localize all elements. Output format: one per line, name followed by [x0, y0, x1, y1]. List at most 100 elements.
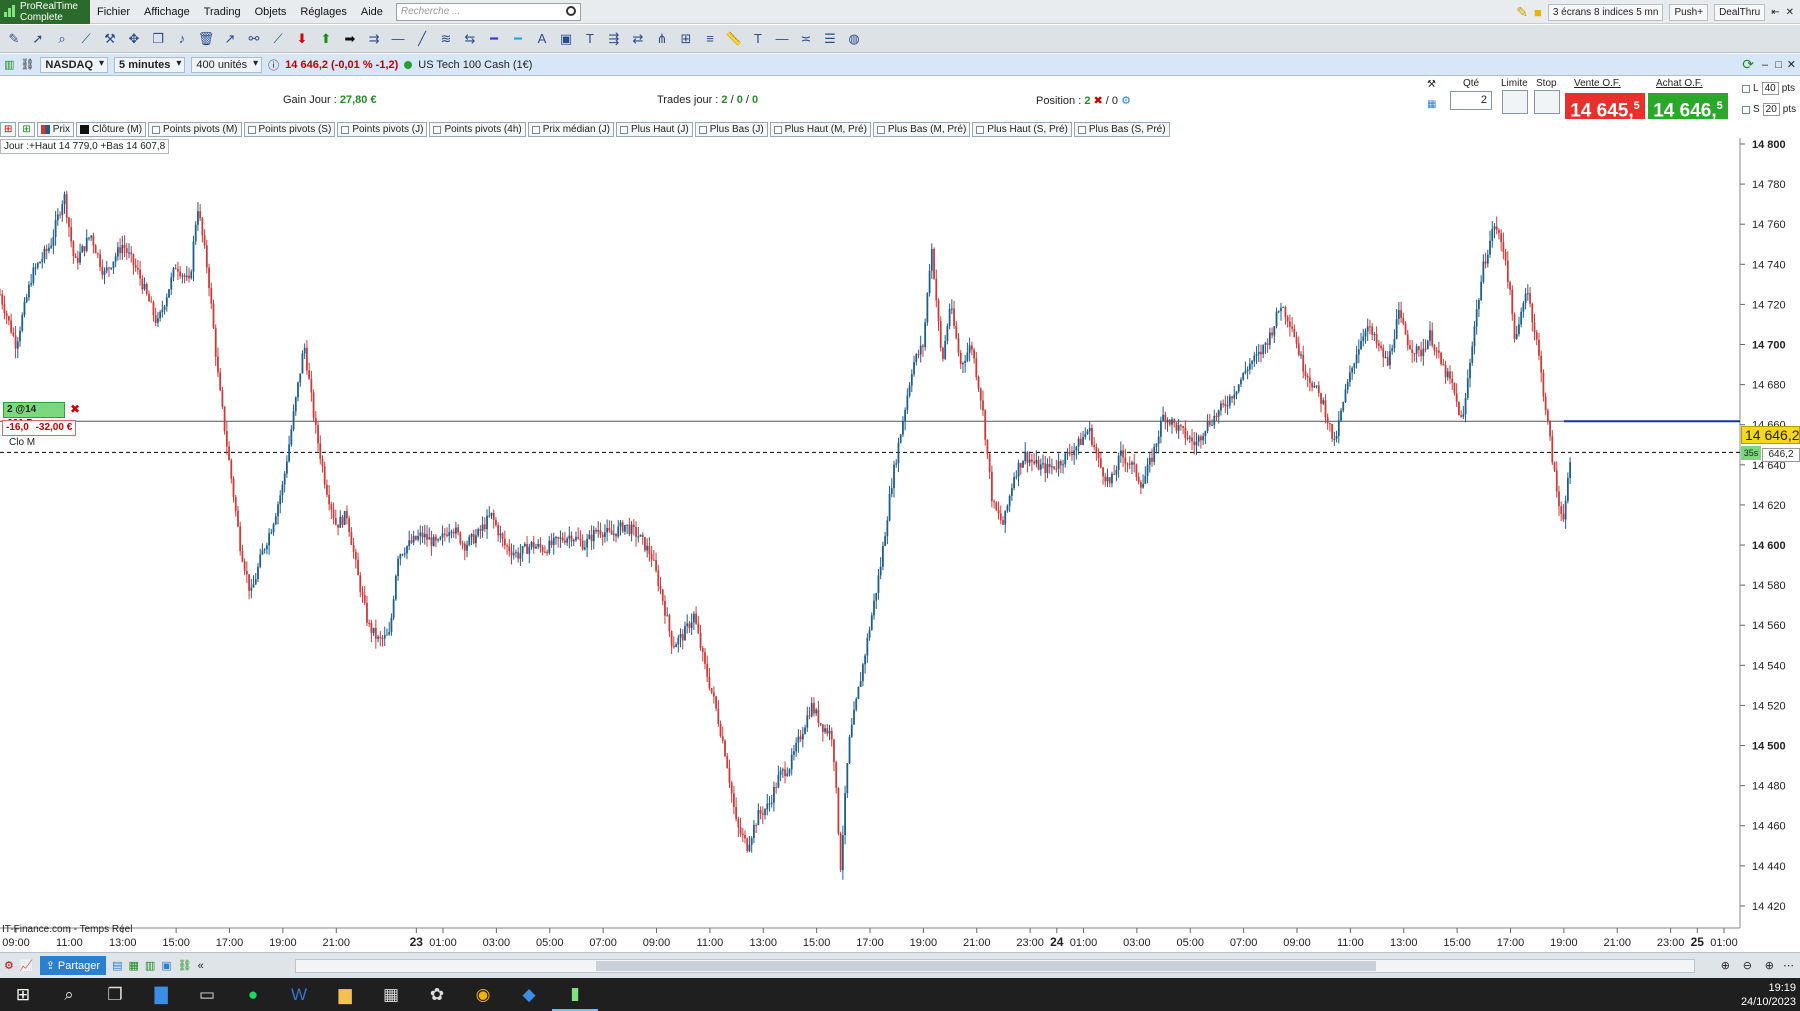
globe-icon[interactable]: ◍ [844, 29, 864, 49]
calculator-icon[interactable]: ▦ [368, 978, 414, 1011]
pencil-icon[interactable]: ✎ [4, 29, 24, 49]
dash-icon[interactable]: — [772, 29, 792, 49]
prorealtime-taskbar-icon[interactable]: ▮ [552, 978, 598, 1011]
grid-icon[interactable]: ▦ [128, 959, 138, 972]
window-minimize-icon[interactable]: ⇤ [1771, 7, 1779, 18]
alert-icon[interactable]: ■ [1534, 5, 1542, 20]
menu-reglages[interactable]: Réglages [293, 6, 353, 18]
trash-icon[interactable]: 🗑 [196, 29, 216, 49]
zoom-out-icon[interactable]: ⊖ [1743, 959, 1752, 972]
menu-affichage[interactable]: Affichage [137, 6, 197, 18]
up-arrow-icon[interactable]: ⬆ [316, 29, 336, 49]
limit-order-button[interactable] [1502, 90, 1528, 114]
close-position-icon[interactable]: ✖ [1094, 95, 1103, 107]
legend-item-pivots-j[interactable]: Points pivots (J) [337, 122, 428, 137]
s-value[interactable]: 20 [1762, 103, 1780, 116]
window-close-icon[interactable]: ✕ [1786, 7, 1794, 18]
legend-item-close-m[interactable]: Clôture (M) [76, 122, 147, 137]
cyan-line-icon[interactable]: ━ [508, 29, 528, 49]
refresh-icon[interactable]: ⟳ [1742, 56, 1754, 73]
screens-icon[interactable]: ▣ [161, 959, 171, 972]
legend-checkbox[interactable] [433, 125, 442, 134]
wrench-icon[interactable]: ⚒ [1427, 79, 1436, 90]
menu-objets[interactable]: Objets [248, 6, 294, 18]
text2-icon[interactable]: T [748, 29, 768, 49]
cycle-icon[interactable]: ≡ [700, 29, 720, 49]
legend-item-high-j[interactable]: Plus Haut (J) [615, 122, 693, 137]
gann-icon[interactable]: ⊞ [676, 29, 696, 49]
fan-icon[interactable]: ⇶ [604, 29, 624, 49]
legend-item-low-s-pre[interactable]: Plus Bas (S, Pré) [1073, 122, 1170, 137]
search-icon[interactable] [565, 5, 576, 16]
trend-icon[interactable]: ⟋ [268, 29, 288, 49]
legend-item-pivots-s[interactable]: Points pivots (S) [243, 122, 336, 137]
push-button[interactable]: Push+ [1669, 3, 1709, 21]
legend-item-median-j[interactable]: Prix médian (J) [527, 122, 614, 137]
legend-checkbox[interactable] [1077, 125, 1086, 134]
timeframe-dropdown[interactable]: 5 minutes [114, 56, 186, 73]
app-icon[interactable]: ✿ [414, 978, 460, 1011]
link-charts-icon[interactable]: ⛓ [178, 959, 192, 972]
legend-checkbox[interactable] [876, 125, 885, 134]
legend-checkbox[interactable] [531, 125, 540, 134]
store-icon[interactable]: ▇ [138, 978, 184, 1011]
zoom-in-icon[interactable]: ⊕ [1765, 959, 1774, 972]
legend-item-pivots-4h[interactable]: Points pivots (4h) [429, 122, 526, 137]
legend-checkbox[interactable] [698, 125, 707, 134]
parallel-icon[interactable]: ⇆ [460, 29, 480, 49]
windows-start-icon[interactable]: ⊞ [0, 978, 46, 1011]
maximize-icon[interactable]: □ [1775, 59, 1782, 71]
pitchfork-icon[interactable]: ⋔ [652, 29, 672, 49]
horizontal-scrollbar[interactable] [295, 959, 1695, 973]
legend-item-price[interactable]: Prix [36, 122, 75, 137]
ruler2-icon[interactable]: 📏 [724, 29, 744, 49]
minimize-icon[interactable]: – [1762, 59, 1768, 71]
share-button[interactable]: ⇪ Partager [39, 956, 107, 975]
text-tool-icon[interactable]: A [532, 29, 552, 49]
orders-settings-icon[interactable]: ⚙ [1121, 95, 1131, 107]
menu-trading[interactable]: Trading [197, 6, 248, 18]
move-icon[interactable]: ✥ [124, 29, 144, 49]
legend-item-high-s-pre[interactable]: Plus Haut (S, Pré) [972, 122, 1072, 137]
buy-button[interactable]: 14 646,5 [1648, 93, 1728, 121]
legend-item-low-m-pre[interactable]: Plus Bas (M, Pré) [872, 122, 971, 137]
cursor-icon[interactable]: ➚ [28, 29, 48, 49]
legend-expand-button[interactable]: ⊞ [18, 122, 35, 137]
legend-checkbox[interactable] [619, 125, 628, 134]
measure-icon[interactable]: ⇄ [628, 29, 648, 49]
l-checkbox[interactable] [1742, 84, 1750, 93]
blue-line-icon[interactable]: ━ [484, 29, 504, 49]
legend-item-low-j[interactable]: Plus Bas (J) [694, 122, 768, 137]
folder-icon[interactable]: ▆ [322, 978, 368, 1011]
zoom-fit-icon[interactable]: ⊕ [1721, 959, 1730, 972]
stop-order-button[interactable] [1534, 90, 1560, 114]
explorer-icon[interactable]: ▭ [184, 978, 230, 1011]
s-checkbox[interactable] [1742, 105, 1750, 114]
chart-style-icon[interactable]: 📈 [20, 959, 34, 972]
market-dropdown[interactable]: NASDAQ [40, 56, 109, 73]
more-icon[interactable]: ⋯ [1783, 959, 1794, 972]
right-arrow-icon[interactable]: ➡ [340, 29, 360, 49]
hline-icon[interactable]: — [388, 29, 408, 49]
legend-checkbox[interactable] [152, 125, 161, 134]
legend-item-pivots-m[interactable]: Points pivots (M) [148, 122, 242, 137]
taskbar-search-icon[interactable]: ⌕ [46, 978, 92, 1011]
label-icon[interactable]: T [580, 29, 600, 49]
chrome-icon[interactable]: ◉ [460, 978, 506, 1011]
zoom-icon[interactable]: ⌕ [52, 29, 72, 49]
info-icon[interactable]: ⓘ [268, 57, 279, 73]
legend-item-high-m-pre[interactable]: Plus Haut (M, Pré) [769, 122, 871, 137]
close-position-icon[interactable]: ✖ [70, 402, 84, 418]
magnet-icon[interactable]: ⚒ [100, 29, 120, 49]
link-icon[interactable]: ⛓ [20, 58, 34, 71]
bell-icon[interactable]: ♪ [172, 29, 192, 49]
box-icon[interactable]: ▣ [556, 29, 576, 49]
scroll-left-icon[interactable]: « [198, 960, 204, 972]
system-clock[interactable]: 19:19 24/10/2023 [1741, 981, 1796, 1009]
menu-fichier[interactable]: Fichier [90, 6, 137, 18]
screens-button[interactable]: 3 écrans 8 indices 5 mn [1547, 3, 1664, 21]
legend-add-button[interactable]: ⊞ [0, 122, 17, 137]
position-badge[interactable]: 2 @14 661,7 [3, 402, 65, 429]
spotify-icon[interactable]: ● [230, 978, 276, 1011]
fibo2-icon[interactable]: ≍ [796, 29, 816, 49]
